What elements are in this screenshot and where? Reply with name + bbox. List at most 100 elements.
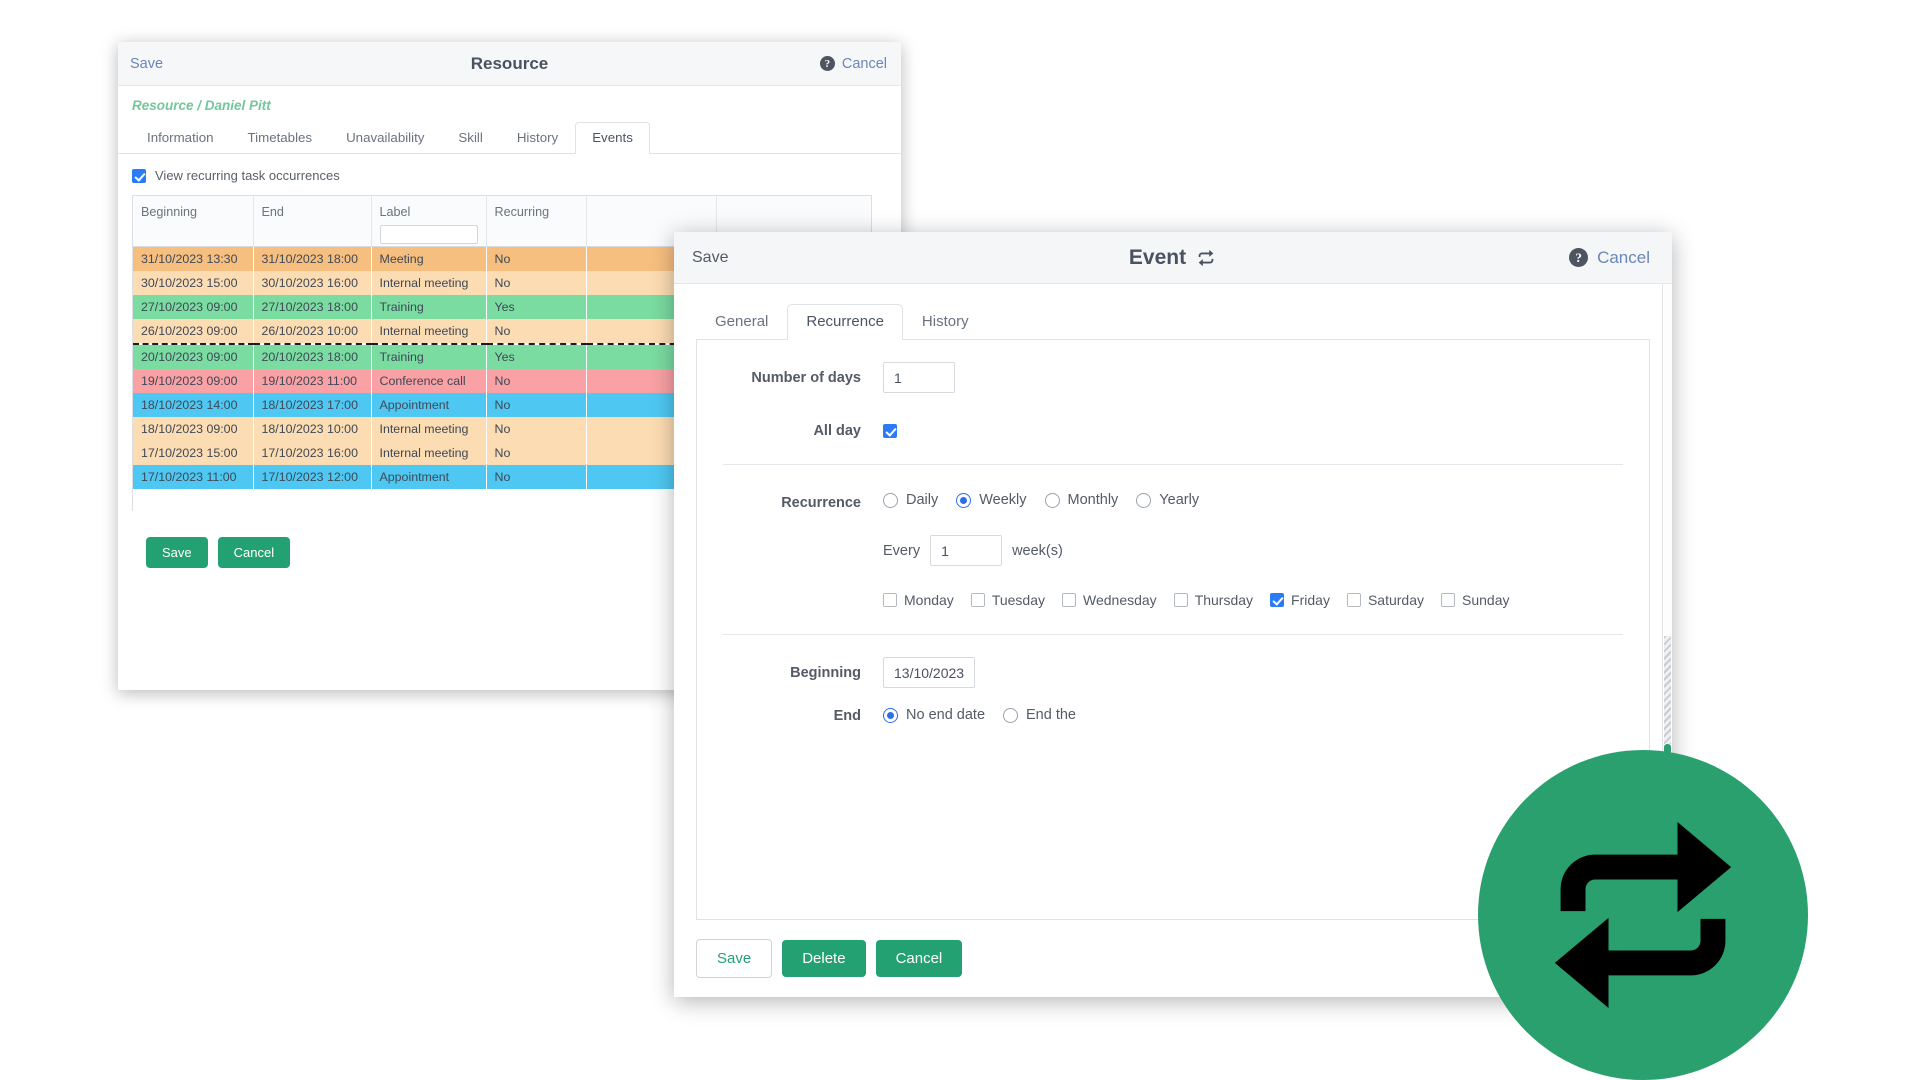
radio-monthly[interactable] <box>1045 493 1060 508</box>
radio-yearly[interactable] <box>1136 493 1151 508</box>
cell-end: 17/10/2023 16:00 <box>253 441 371 465</box>
cell-end: 26/10/2023 10:00 <box>253 319 371 344</box>
tab-skill[interactable]: Skill <box>441 122 499 153</box>
weekday-thursday[interactable]: Thursday <box>1174 592 1253 608</box>
recurrence-option-daily[interactable]: Daily <box>883 492 938 508</box>
beginning-date-input[interactable]: 13/10/2023 <box>883 657 975 688</box>
help-icon[interactable]: ? <box>820 56 835 71</box>
col-header-recurring[interactable]: Recurring <box>486 196 586 246</box>
end-options: No end date End the <box>883 700 1094 723</box>
resource-cancel-button[interactable]: Cancel <box>218 537 290 568</box>
cell-label: Training <box>371 344 486 369</box>
tab-unavailability[interactable]: Unavailability <box>329 122 441 153</box>
all-day-label: All day <box>723 415 883 442</box>
tab-recurrence[interactable]: Recurrence <box>787 304 903 340</box>
col-header-recurring-label: Recurring <box>495 205 550 219</box>
end-row: End No end date End the <box>723 700 1623 727</box>
weekday-wednesday[interactable]: Wednesday <box>1062 592 1157 608</box>
weekday-sunday-label: Sunday <box>1462 592 1509 608</box>
end-option-end-the-label: End the <box>1026 707 1076 723</box>
radio-daily[interactable] <box>883 493 898 508</box>
cell-label: Internal meeting <box>371 441 486 465</box>
view-recurring-occurrences-checkbox[interactable] <box>132 169 146 183</box>
tab-general[interactable]: General <box>696 304 787 339</box>
recurrence-row: Recurrence Daily Weekly <box>723 487 1623 608</box>
tab-timetables[interactable]: Timetables <box>231 122 330 153</box>
checkbox-friday[interactable] <box>1270 593 1284 607</box>
col-header-beginning-label: Beginning <box>141 205 197 219</box>
cell-end: 20/10/2023 18:00 <box>253 344 371 369</box>
view-recurring-occurrences-row[interactable]: View recurring task occurrences <box>132 168 887 183</box>
resource-header-cancel-link[interactable]: Cancel <box>842 56 887 72</box>
recurrence-option-yearly[interactable]: Yearly <box>1136 492 1199 508</box>
radio-end-the[interactable] <box>1003 708 1018 723</box>
event-save-button[interactable]: Save <box>696 939 772 978</box>
checkbox-monday[interactable] <box>883 593 897 607</box>
weekday-tuesday[interactable]: Tuesday <box>971 592 1045 608</box>
radio-weekly[interactable] <box>956 493 971 508</box>
event-dialog-title-text: Event <box>1129 246 1186 270</box>
help-icon[interactable]: ? <box>1569 248 1588 267</box>
label-filter-input[interactable] <box>380 225 478 244</box>
event-delete-button[interactable]: Delete <box>782 940 865 977</box>
event-tabs: General Recurrence History <box>696 302 1650 340</box>
cell-beginning: 19/10/2023 09:00 <box>133 369 253 393</box>
cell-end: 27/10/2023 18:00 <box>253 295 371 319</box>
cell-recurring: Yes <box>486 344 586 369</box>
event-header-save-link[interactable]: Save <box>692 249 728 267</box>
top-section: Number of days 1 All day <box>697 362 1649 442</box>
number-of-days-input[interactable]: 1 <box>883 362 955 393</box>
event-header-actions: ? Cancel <box>1569 248 1650 268</box>
cell-label: Internal meeting <box>371 271 486 295</box>
weekday-friday-label: Friday <box>1291 592 1330 608</box>
all-day-row: All day <box>723 415 1623 442</box>
cell-end: 17/10/2023 12:00 <box>253 465 371 489</box>
weekday-monday[interactable]: Monday <box>883 592 954 608</box>
col-header-label-label: Label <box>380 205 411 219</box>
weekday-friday[interactable]: Friday <box>1270 592 1330 608</box>
recurrence-option-weekly[interactable]: Weekly <box>956 492 1026 508</box>
weekday-sunday[interactable]: Sunday <box>1441 592 1509 608</box>
col-header-beginning[interactable]: Beginning <box>133 196 253 246</box>
end-option-no-end-date-label: No end date <box>906 707 985 723</box>
col-header-label[interactable]: Label <box>371 196 486 246</box>
repeat-icon <box>1195 247 1217 269</box>
tab-history[interactable]: History <box>500 122 575 153</box>
beginning-row: Beginning 13/10/2023 <box>723 657 1623 688</box>
event-header-cancel-link[interactable]: Cancel <box>1597 248 1650 268</box>
view-recurring-occurrences-label: View recurring task occurrences <box>155 168 340 183</box>
end-option-no-end-date[interactable]: No end date <box>883 707 985 723</box>
resource-save-button[interactable]: Save <box>146 537 208 568</box>
recurrence-option-yearly-label: Yearly <box>1159 492 1199 508</box>
checkbox-tuesday[interactable] <box>971 593 985 607</box>
resource-header-save-link[interactable]: Save <box>130 56 163 72</box>
every-weeks-row: Every 1 week(s) <box>883 530 1623 566</box>
scrollbar-track[interactable] <box>1664 636 1671 744</box>
event-cancel-button[interactable]: Cancel <box>876 940 963 977</box>
checkbox-saturday[interactable] <box>1347 593 1361 607</box>
cell-beginning: 17/10/2023 11:00 <box>133 465 253 489</box>
screenshot-root: Save Resource ? Cancel Resource / Daniel… <box>0 0 1920 1080</box>
checkbox-thursday[interactable] <box>1174 593 1188 607</box>
recurrence-option-monthly-label: Monthly <box>1068 492 1119 508</box>
breadcrumb: Resource / Daniel Pitt <box>118 86 901 123</box>
recurrence-option-monthly[interactable]: Monthly <box>1045 492 1119 508</box>
radio-no-end-date[interactable] <box>883 708 898 723</box>
weekday-monday-label: Monday <box>904 592 954 608</box>
checkbox-sunday[interactable] <box>1441 593 1455 607</box>
cell-recurring: No <box>486 465 586 489</box>
weekday-saturday[interactable]: Saturday <box>1347 592 1424 608</box>
resource-window-title: Resource <box>118 54 901 74</box>
end-option-end-the[interactable]: End the <box>1003 707 1076 723</box>
tab-history[interactable]: History <box>903 304 988 339</box>
checkbox-wednesday[interactable] <box>1062 593 1076 607</box>
cell-recurring: No <box>486 393 586 417</box>
divider-1 <box>723 464 1623 465</box>
all-day-checkbox[interactable] <box>883 424 897 438</box>
tab-events[interactable]: Events <box>575 122 650 154</box>
col-header-end[interactable]: End <box>253 196 371 246</box>
tab-information[interactable]: Information <box>130 122 231 153</box>
every-interval-input[interactable]: 1 <box>930 535 1002 566</box>
beginning-label: Beginning <box>723 657 883 684</box>
cell-end: 31/10/2023 18:00 <box>253 246 371 271</box>
